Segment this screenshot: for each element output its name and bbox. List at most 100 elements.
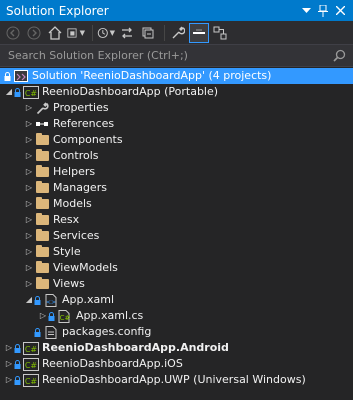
collapsed-arrow-icon[interactable]: ▷ [4,372,14,388]
folder-icon [34,133,50,147]
tree-item-label: Helpers [53,165,96,178]
properties-wrench-icon[interactable] [169,24,187,42]
tree-item-folder-style[interactable]: ▷ Style [0,244,353,260]
folder-icon [34,213,50,227]
svg-text:C#: C# [25,89,38,98]
sync-icon[interactable] [118,24,136,42]
wrench-icon [34,101,50,115]
search-input[interactable] [6,48,333,63]
switch-views-icon[interactable]: ▼ [67,24,85,42]
pending-changes-filter-icon[interactable]: ▼ [97,24,115,42]
tree-item-folder-services[interactable]: ▷ Services [0,228,353,244]
tree-item-label: Components [53,133,123,146]
folder-icon [34,245,50,259]
collapsed-arrow-icon[interactable]: ▷ [24,164,34,180]
collapsed-arrow-icon[interactable]: ▷ [24,116,34,132]
search-box[interactable] [0,45,353,67]
tree-item-label: Views [53,277,85,290]
tree-item-label: ReenioDashboardApp.UWP (Universal Window… [42,373,306,386]
tree-item-folder-controls[interactable]: ▷ Controls [0,148,353,164]
tree-item-label: References [53,117,115,130]
tree-item-properties[interactable]: ▷ Properties [0,100,353,116]
collapse-all-icon[interactable] [139,24,157,42]
collapsed-arrow-icon[interactable]: ▷ [24,196,34,212]
collapsed-arrow-icon[interactable]: ▷ [24,148,34,164]
csharp-project-icon: C# [23,341,39,355]
tree-item-folder-helpers[interactable]: ▷ Helpers [0,164,353,180]
tree-item-app-xaml[interactable]: ◢ <> App.xaml [0,292,353,308]
tree-item-folder-components[interactable]: ▷ Components [0,132,353,148]
tree-item-portable-project[interactable]: ◢ C# ReenioDashboardApp (Portable) [0,84,353,100]
tree-item-folder-resx[interactable]: ▷ Resx [0,212,353,228]
title-bar: Solution Explorer [0,0,353,21]
dropdown-icon[interactable] [299,4,313,18]
expanded-arrow-icon[interactable]: ◢ [24,292,34,308]
lock-icon [4,71,12,81]
tree-item-references[interactable]: ▷ References [0,116,353,132]
folder-icon [34,261,50,275]
tree-item-ios-project[interactable]: ▷ C# ReenioDashboardApp.iOS [0,356,353,372]
lock-icon [14,87,22,97]
tree-item-uwp-project[interactable]: ▷ C# ReenioDashboardApp.UWP (Universal W… [0,372,353,388]
tree-item-folder-models[interactable]: ▷ Models [0,196,353,212]
home-icon[interactable] [46,24,64,42]
folder-icon [34,229,50,243]
csharp-project-icon: C# [23,357,39,371]
lock-icon [34,295,42,305]
collapsed-arrow-icon[interactable]: ▷ [24,276,34,292]
folder-icon [34,277,50,291]
pin-icon[interactable] [316,4,330,18]
svg-text:<>: <> [46,299,56,306]
tree-item-label: ReenioDashboardApp.iOS [42,357,183,370]
lock-icon [48,311,56,321]
tree-item-solution[interactable]: Solution 'ReenioDashboardApp' (4 project… [0,68,353,84]
back-icon[interactable] [4,24,22,42]
lock-icon [14,375,22,385]
tree-item-label: Services [53,229,100,242]
solution-tree: Solution 'ReenioDashboardApp' (4 project… [0,68,353,388]
tree-item-folder-viewmodels[interactable]: ▷ ViewModels [0,260,353,276]
tree-item-folder-managers[interactable]: ▷ Managers [0,180,353,196]
expanded-arrow-icon[interactable]: ◢ [4,84,14,100]
folder-icon [34,149,50,163]
forward-icon[interactable] [25,24,43,42]
tree-item-label: Managers [53,181,107,194]
tree-item-label: Style [53,245,81,258]
tree-item-label: Solution 'ReenioDashboardApp' (4 project… [32,69,272,82]
search-icon[interactable] [333,49,347,63]
references-icon [34,117,50,131]
show-all-files-icon[interactable] [189,22,209,43]
tree-item-android-project[interactable]: ▷ C# ReenioDashboardApp.Android [0,340,353,356]
tree-item-label: Models [53,197,92,210]
svg-text:C#: C# [25,377,38,386]
collapsed-arrow-icon[interactable]: ▷ [24,180,34,196]
collapsed-arrow-icon[interactable]: ▷ [24,100,34,116]
close-icon[interactable] [333,4,347,18]
collapsed-arrow-icon[interactable]: ▷ [24,244,34,260]
svg-text:C#: C# [60,314,71,322]
collapsed-arrow-icon[interactable]: ▷ [4,356,14,372]
lock-icon [34,327,42,337]
tree-item-app-xaml-cs[interactable]: ▷ C# App.xaml.cs [0,308,353,324]
collapsed-arrow-icon[interactable]: ▷ [24,132,34,148]
solution-explorer-panel: Solution Explorer ▼ ▼ Search Solution Ex… [0,0,353,400]
collapsed-arrow-icon[interactable]: ▷ [24,260,34,276]
tree-item-folder-views[interactable]: ▷ Views [0,276,353,292]
toolbar-separator [164,24,165,41]
collapsed-arrow-icon[interactable]: ▷ [24,212,34,228]
csharp-project-icon: C# [23,373,39,387]
folder-icon [34,165,50,179]
tree-item-packages-config[interactable]: packages.config [0,324,353,340]
tree-item-label: App.xaml.cs [76,309,144,322]
tree-item-label: Properties [53,101,109,114]
csharp-project-icon: C# [23,85,39,99]
tree-item-label: App.xaml [62,293,115,306]
lock-icon [14,343,22,353]
tree-item-label: ViewModels [53,261,118,274]
svg-text:C#: C# [25,361,38,370]
collapsed-arrow-icon[interactable]: ▷ [38,308,48,324]
solution-icon [13,69,29,83]
class-diagram-icon[interactable] [211,24,229,42]
collapsed-arrow-icon[interactable]: ▷ [24,228,34,244]
collapsed-arrow-icon[interactable]: ▷ [4,340,14,356]
